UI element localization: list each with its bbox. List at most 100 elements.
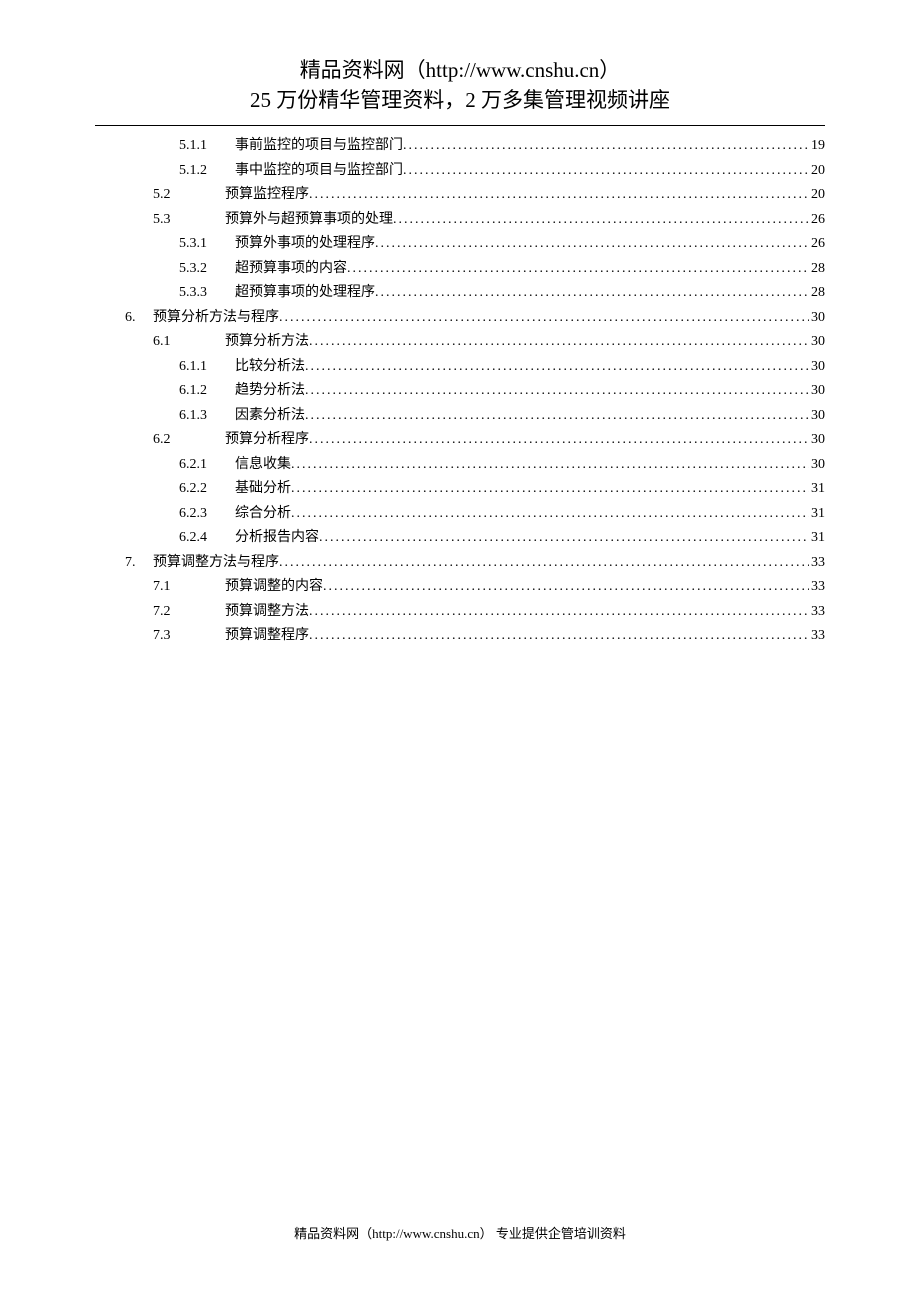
toc-entry-page: 26 xyxy=(809,208,825,233)
toc-entry-title: 综合分析 xyxy=(235,502,291,527)
toc-leader-dots xyxy=(309,330,809,355)
toc-entry: 5.3.3超预算事项的处理程序28 xyxy=(95,281,825,306)
toc-entry-page: 30 xyxy=(809,379,825,404)
page-footer: 精品资料网（http://www.cnshu.cn） 专业提供企管培训资料 xyxy=(0,1223,920,1242)
toc-entry-page: 19 xyxy=(809,134,825,159)
toc-entry-page: 30 xyxy=(809,404,825,429)
toc-entry-number: 6.2 xyxy=(153,428,225,453)
toc-entry-title: 分析报告内容 xyxy=(235,526,319,551)
toc-entry: 5.1.2事中监控的项目与监控部门 20 xyxy=(95,159,825,184)
toc-entry-page: 30 xyxy=(809,355,825,380)
toc-entry: 6.2.2基础分析31 xyxy=(95,477,825,502)
toc-entry-title: 预算调整方法与程序 xyxy=(153,551,279,576)
document-page: 精品资料网（http://www.cnshu.cn） 25 万份精华管理资料，2… xyxy=(0,0,920,649)
toc-entry-page: 20 xyxy=(809,183,825,208)
toc-entry-title: 事前监控的项目与监控部门 xyxy=(235,134,403,159)
toc-leader-dots xyxy=(309,183,809,208)
toc-leader-dots xyxy=(375,232,809,257)
page-header: 精品资料网（http://www.cnshu.cn） 25 万份精华管理资料，2… xyxy=(95,55,825,115)
toc-leader-dots xyxy=(279,551,809,576)
toc-entry: 5.3预算外与超预算事项的处理 26 xyxy=(95,208,825,233)
toc-entry-number: 5.1.2 xyxy=(179,159,235,184)
toc-entry-page: 33 xyxy=(809,575,825,600)
toc-entry-number: 5.2 xyxy=(153,183,225,208)
toc-entry: 7.1预算调整的内容 33 xyxy=(95,575,825,600)
toc-leader-dots xyxy=(305,379,809,404)
toc-entry-number: 7.3 xyxy=(153,624,225,649)
toc-entry-number: 7. xyxy=(125,551,153,576)
toc-entry-title: 预算分析程序 xyxy=(225,428,309,453)
toc-entry-page: 28 xyxy=(809,257,825,282)
toc-leader-dots xyxy=(375,281,809,306)
header-rule xyxy=(95,125,825,126)
toc-entry: 5.3.1预算外事项的处理程序26 xyxy=(95,232,825,257)
toc-entry-number: 6.1.3 xyxy=(179,404,235,429)
toc-entry-page: 30 xyxy=(809,306,825,331)
toc-entry: 7.3预算调整程序 33 xyxy=(95,624,825,649)
toc-entry-number: 5.3 xyxy=(153,208,225,233)
toc-entry-number: 5.3.3 xyxy=(179,281,235,306)
toc-entry-page: 31 xyxy=(809,502,825,527)
toc-entry: 6.2预算分析程序 30 xyxy=(95,428,825,453)
toc-entry-title: 超预算事项的处理程序 xyxy=(235,281,375,306)
toc-leader-dots xyxy=(291,453,809,478)
toc-entry-title: 预算调整的内容 xyxy=(225,575,323,600)
toc-entry-number: 6.1.2 xyxy=(179,379,235,404)
toc-entry-page: 30 xyxy=(809,330,825,355)
toc-entry-page: 20 xyxy=(809,159,825,184)
toc-leader-dots xyxy=(279,306,809,331)
toc-leader-dots xyxy=(319,526,809,551)
toc-entry-title: 预算调整方法 xyxy=(225,600,309,625)
toc-entry-page: 33 xyxy=(809,600,825,625)
toc-entry-title: 预算调整程序 xyxy=(225,624,309,649)
toc-entry: 5.1.1事前监控的项目与监控部门 19 xyxy=(95,134,825,159)
toc-entry: 7.2预算调整方法 33 xyxy=(95,600,825,625)
toc-entry-page: 33 xyxy=(809,624,825,649)
toc-entry-title: 比较分析法 xyxy=(235,355,305,380)
toc-entry: 7.预算调整方法与程序 33 xyxy=(95,551,825,576)
toc-entry-title: 趋势分析法 xyxy=(235,379,305,404)
toc-leader-dots xyxy=(291,477,809,502)
toc-leader-dots xyxy=(403,159,809,184)
toc-entry-number: 6.2.1 xyxy=(179,453,235,478)
toc-leader-dots xyxy=(291,502,809,527)
toc-entry-title: 预算外与超预算事项的处理 xyxy=(225,208,393,233)
toc-entry-number: 7.2 xyxy=(153,600,225,625)
toc-leader-dots xyxy=(393,208,809,233)
toc-entry-title: 预算分析方法 xyxy=(225,330,309,355)
toc-entry: 6.1.2趋势分析法 30 xyxy=(95,379,825,404)
footer-text: 精品资料网（http://www.cnshu.cn） 专业提供企管培训资料 xyxy=(294,1226,626,1241)
toc-entry-number: 5.3.2 xyxy=(179,257,235,282)
toc-entry: 6.2.3综合分析31 xyxy=(95,502,825,527)
toc-entry: 5.2预算监控程序20 xyxy=(95,183,825,208)
toc-entry-title: 超预算事项的内容 xyxy=(235,257,347,282)
toc-entry: 6.1.3因素分析法30 xyxy=(95,404,825,429)
toc-entry-title: 预算分析方法与程序 xyxy=(153,306,279,331)
toc-leader-dots xyxy=(309,600,809,625)
toc-entry-page: 31 xyxy=(809,526,825,551)
toc-leader-dots xyxy=(309,428,809,453)
toc-entry-page: 30 xyxy=(809,453,825,478)
toc-entry-title: 信息收集 xyxy=(235,453,291,478)
toc-entry-page: 30 xyxy=(809,428,825,453)
toc-entry: 6.1预算分析方法30 xyxy=(95,330,825,355)
toc-entry-number: 7.1 xyxy=(153,575,225,600)
toc-entry-page: 33 xyxy=(809,551,825,576)
toc-leader-dots xyxy=(323,575,809,600)
header-subtitle: 25 万份精华管理资料，2 万多集管理视频讲座 xyxy=(95,85,825,115)
toc-entry: 5.3.2超预算事项的内容 28 xyxy=(95,257,825,282)
toc-leader-dots xyxy=(305,404,809,429)
header-site-title: 精品资料网（http://www.cnshu.cn） xyxy=(95,55,825,85)
toc-entry-number: 6. xyxy=(125,306,153,331)
toc-leader-dots xyxy=(309,624,809,649)
toc-entry-title: 基础分析 xyxy=(235,477,291,502)
toc-entry-number: 5.1.1 xyxy=(179,134,235,159)
toc-leader-dots xyxy=(347,257,809,282)
table-of-contents: 5.1.1事前监控的项目与监控部门195.1.2事中监控的项目与监控部门205.… xyxy=(95,134,825,649)
toc-entry: 6.2.1信息收集 30 xyxy=(95,453,825,478)
toc-entry-number: 6.2.2 xyxy=(179,477,235,502)
toc-entry-title: 事中监控的项目与监控部门 xyxy=(235,159,403,184)
toc-entry-title: 预算外事项的处理程序 xyxy=(235,232,375,257)
toc-entry: 6.1.1比较分析法30 xyxy=(95,355,825,380)
toc-entry: 6.预算分析方法与程序 30 xyxy=(95,306,825,331)
